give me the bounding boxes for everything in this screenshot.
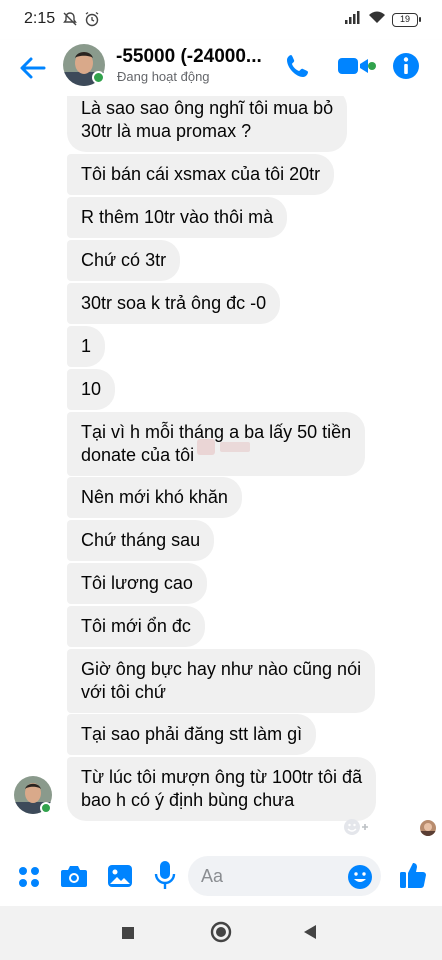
message-bubble[interactable]: 30tr soa k trả ông đc -0 <box>67 283 281 324</box>
phone-call-icon[interactable] <box>284 52 312 85</box>
message-bubble[interactable]: Chứ tháng sau <box>67 520 215 561</box>
online-indicator <box>40 802 52 814</box>
info-icon[interactable] <box>392 52 420 85</box>
home-icon[interactable] <box>210 921 232 948</box>
mute-icon <box>62 11 78 32</box>
camera-icon[interactable] <box>60 864 88 893</box>
wifi-icon <box>368 10 386 29</box>
message-bubble[interactable]: Tôi bán cái xsmax của tôi 20tr <box>67 154 335 195</box>
emoji-icon[interactable] <box>347 864 373 895</box>
back-arrow-icon[interactable] <box>14 50 50 86</box>
message-list[interactable]: Là sao sao ông nghĩ tôi mua bỏ 30tr là m… <box>0 96 442 844</box>
video-call-icon[interactable] <box>336 54 376 83</box>
contact-name[interactable]: -55000 (-24000... <box>116 46 262 68</box>
add-reaction-icon[interactable] <box>342 816 370 838</box>
message-bubble[interactable]: Tại sao phải đăng stt làm gì <box>67 714 317 755</box>
status-time: 2:15 <box>24 10 56 27</box>
signal-icon <box>344 10 362 29</box>
conversation-header: -55000 (-24000... Đang hoạt động <box>0 40 442 96</box>
active-status: Đang hoạt động <box>117 69 210 84</box>
seen-receipt-avatar <box>420 820 436 836</box>
like-thumbs-up-icon[interactable] <box>398 860 428 895</box>
more-actions-icon[interactable] <box>18 866 40 893</box>
online-indicator <box>92 71 105 84</box>
message-bubble[interactable]: Là sao sao ông nghĩ tôi mua bỏ 30tr là m… <box>67 96 348 152</box>
alarm-icon <box>84 11 100 32</box>
message-bubble[interactable]: R thêm 10tr vào thôi mà <box>67 197 288 238</box>
photo-gallery-icon[interactable] <box>107 864 133 893</box>
message-bubble[interactable]: Tôi lương cao <box>67 563 207 604</box>
message-bubble[interactable]: Từ lúc tôi mượn ông từ 100tr tôi đã bao … <box>67 757 377 821</box>
battery-icon: 19 <box>392 12 421 27</box>
message-bubble[interactable]: 1 <box>67 326 106 367</box>
message-bubble[interactable]: Chứ có 3tr <box>67 240 181 281</box>
message-composer <box>0 844 442 906</box>
back-nav-icon[interactable] <box>303 924 317 945</box>
status-bar: 2:15 19 <box>0 0 442 40</box>
message-bubble[interactable]: Tôi mới ổn đc <box>67 606 205 647</box>
message-bubble[interactable]: Giờ ông bực hay như nào cũng nói với tôi… <box>67 649 376 713</box>
recent-apps-icon[interactable] <box>121 926 135 945</box>
watermark-logo <box>196 436 256 464</box>
system-navigation-bar <box>0 906 442 960</box>
message-bubble[interactable]: Nên mới khó khăn <box>67 477 242 518</box>
microphone-icon[interactable] <box>153 860 177 895</box>
message-bubble[interactable]: 10 <box>67 369 116 410</box>
